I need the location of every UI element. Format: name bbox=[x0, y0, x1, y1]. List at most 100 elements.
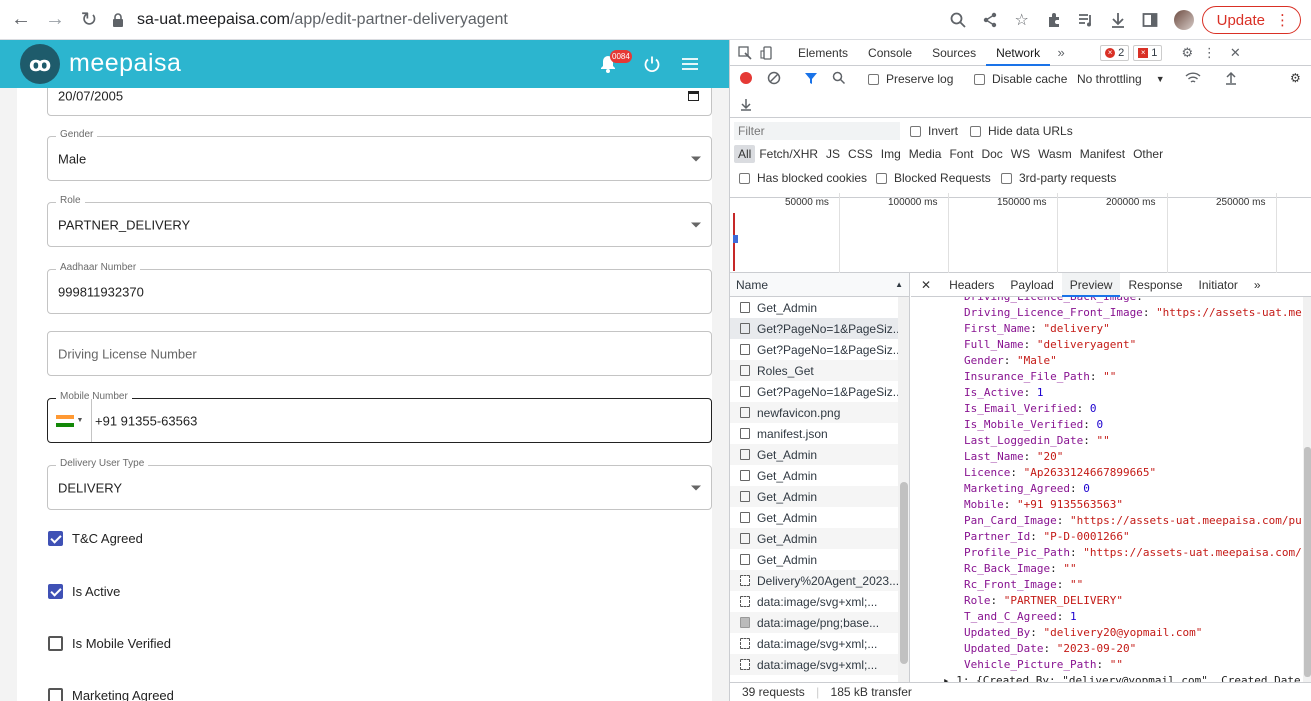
record-icon[interactable] bbox=[740, 72, 752, 84]
tab-response[interactable]: Response bbox=[1120, 273, 1190, 297]
type-filter-media[interactable]: Media bbox=[905, 145, 946, 163]
checkbox-unchecked-icon[interactable] bbox=[48, 688, 63, 701]
type-filter-css[interactable]: CSS bbox=[844, 145, 877, 163]
profile-avatar[interactable] bbox=[1173, 10, 1194, 30]
type-filter-ws[interactable]: WS bbox=[1007, 145, 1034, 163]
network-conditions-icon[interactable] bbox=[1185, 71, 1201, 85]
settings-gear-icon[interactable]: ⚙ bbox=[1176, 42, 1198, 64]
calendar-icon[interactable] bbox=[688, 91, 699, 101]
request-row[interactable]: Delivery%20Agent_2023... bbox=[730, 570, 909, 591]
request-row[interactable]: Get?PageNo=1&PageSiz... bbox=[730, 339, 909, 360]
filter-input[interactable]: Filter bbox=[734, 122, 900, 140]
preserve-log-checkbox[interactable]: Preserve log bbox=[868, 72, 953, 86]
checkbox-unchecked-icon[interactable] bbox=[974, 73, 985, 85]
aadhaar-field[interactable]: Aadhaar Number 999811932370 bbox=[47, 262, 712, 314]
type-filter-font[interactable]: Font bbox=[945, 145, 977, 163]
zoom-icon[interactable] bbox=[942, 6, 974, 34]
blocked-cookies-checkbox[interactable]: Has blocked cookies bbox=[739, 171, 867, 185]
issue-count-badge[interactable]: × 1 bbox=[1133, 44, 1163, 61]
driving-license-field[interactable]: Driving License Number bbox=[47, 331, 712, 376]
address-bar[interactable]: sa-uat.meepaisa.com/app/edit-partner-del… bbox=[112, 11, 508, 29]
gender-select[interactable]: Gender Male bbox=[47, 129, 712, 181]
tab-console[interactable]: Console bbox=[858, 40, 922, 66]
tab-payload[interactable]: Payload bbox=[1002, 273, 1061, 297]
disable-cache-checkbox[interactable]: Disable cache bbox=[974, 72, 1067, 86]
type-filter-js[interactable]: JS bbox=[822, 145, 844, 163]
name-column-header[interactable]: Name ▲ bbox=[730, 273, 910, 297]
more-tabs-chevron-icon[interactable]: » bbox=[1050, 42, 1072, 64]
power-icon[interactable] bbox=[640, 52, 664, 76]
request-row[interactable]: data:image/svg+xml;... bbox=[730, 654, 909, 675]
network-overview-timeline[interactable]: 50000 ms 100000 ms 150000 ms 200000 ms 2… bbox=[730, 193, 1311, 273]
tab-headers[interactable]: Headers bbox=[941, 273, 1002, 297]
marketing-agreed-checkbox[interactable]: Marketing Agreed bbox=[48, 688, 174, 701]
back-arrow-icon[interactable]: ← bbox=[8, 7, 34, 33]
inspect-element-icon[interactable] bbox=[734, 42, 756, 64]
extensions-icon[interactable] bbox=[1038, 6, 1070, 34]
device-toolbar-icon[interactable] bbox=[756, 42, 778, 64]
blocked-requests-checkbox[interactable]: Blocked Requests bbox=[876, 171, 991, 185]
hide-data-urls-checkbox[interactable]: Hide data URLs bbox=[970, 124, 1073, 138]
checkbox-unchecked-icon[interactable] bbox=[1001, 172, 1012, 184]
filter-funnel-icon[interactable] bbox=[804, 71, 818, 85]
tab-network[interactable]: Network bbox=[986, 40, 1051, 66]
tab-initiator[interactable]: Initiator bbox=[1191, 273, 1246, 297]
throttling-select[interactable]: No throttling ▼ bbox=[1077, 72, 1165, 86]
tab-sources[interactable]: Sources bbox=[922, 40, 986, 66]
checkbox-checked-icon[interactable] bbox=[48, 531, 63, 546]
type-filter-fetch-xhr[interactable]: Fetch/XHR bbox=[755, 145, 822, 163]
type-filter-img[interactable]: Img bbox=[877, 145, 905, 163]
network-settings-gear-icon[interactable]: ⚙ bbox=[1290, 71, 1301, 85]
download-icon[interactable] bbox=[1102, 6, 1134, 34]
type-filter-wasm[interactable]: Wasm bbox=[1034, 145, 1076, 163]
type-filter-manifest[interactable]: Manifest bbox=[1076, 145, 1129, 163]
delivery-user-type-select[interactable]: Delivery User Type DELIVERY bbox=[47, 458, 712, 510]
share-icon[interactable] bbox=[974, 6, 1006, 34]
request-row[interactable]: Get_Admin bbox=[730, 444, 909, 465]
checkbox-checked-icon[interactable] bbox=[48, 584, 63, 599]
sidepanel-icon[interactable] bbox=[1134, 6, 1166, 34]
request-row[interactable]: data:image/png;base... bbox=[730, 612, 909, 633]
preview-scroll-thumb[interactable] bbox=[1304, 447, 1311, 677]
checkbox-unchecked-icon[interactable] bbox=[48, 636, 63, 651]
request-row[interactable]: Get_Admin bbox=[730, 465, 909, 486]
tc-agreed-checkbox[interactable]: T&C Agreed bbox=[48, 531, 143, 546]
request-row[interactable]: Roles_Get bbox=[730, 360, 909, 381]
export-har-icon[interactable] bbox=[740, 97, 752, 111]
mobile-number-field[interactable]: Mobile Number ▼ +91 91355-63563 bbox=[47, 391, 712, 443]
request-list-scroll-thumb[interactable] bbox=[900, 482, 908, 664]
type-filter-all[interactable]: All bbox=[734, 145, 756, 163]
request-row[interactable]: newfavicon.png bbox=[730, 402, 909, 423]
bookmark-star-icon[interactable]: ☆ bbox=[1006, 6, 1038, 34]
checkbox-unchecked-icon[interactable] bbox=[876, 172, 887, 184]
request-row[interactable]: Get_Admin bbox=[730, 549, 909, 570]
invert-checkbox[interactable]: Invert bbox=[910, 124, 958, 138]
checkbox-unchecked-icon[interactable] bbox=[910, 125, 921, 137]
json-collapsed-entry[interactable]: ▸ 1: {Created_By: "delivery@yopmail.com"… bbox=[911, 673, 1303, 682]
checkbox-unchecked-icon[interactable] bbox=[970, 125, 981, 137]
devtools-menu-icon[interactable]: ⋮ bbox=[1198, 42, 1220, 64]
error-count-badge[interactable]: × 2 bbox=[1100, 44, 1130, 61]
request-row[interactable]: Get?PageNo=1&PageSiz... bbox=[730, 318, 909, 339]
type-filter-other[interactable]: Other bbox=[1129, 145, 1167, 163]
close-devtools-icon[interactable]: ✕ bbox=[1224, 42, 1246, 64]
is-mobile-verified-checkbox[interactable]: Is Mobile Verified bbox=[48, 636, 171, 651]
more-detail-tabs-chevron-icon[interactable]: » bbox=[1246, 273, 1269, 297]
request-row[interactable]: Get_Admin bbox=[730, 486, 909, 507]
is-active-checkbox[interactable]: Is Active bbox=[48, 584, 120, 599]
request-row[interactable]: data:image/svg+xml;... bbox=[730, 591, 909, 612]
request-row[interactable]: Get_Admin bbox=[730, 507, 909, 528]
forward-arrow-icon[interactable]: → bbox=[42, 7, 68, 33]
media-queue-icon[interactable] bbox=[1070, 6, 1102, 34]
request-row[interactable]: Get?PageNo=1&PageSiz... bbox=[730, 381, 909, 402]
country-code-selector[interactable]: ▼ bbox=[48, 399, 92, 442]
clear-icon[interactable] bbox=[767, 71, 781, 85]
search-icon[interactable] bbox=[832, 71, 846, 85]
preview-scrollbar[interactable] bbox=[1303, 297, 1311, 682]
checkbox-unchecked-icon[interactable] bbox=[868, 73, 879, 85]
request-row[interactable]: manifest.json bbox=[730, 423, 909, 444]
type-filter-doc[interactable]: Doc bbox=[977, 145, 1006, 163]
request-row[interactable]: Get_Admin bbox=[730, 528, 909, 549]
hamburger-menu-icon[interactable] bbox=[678, 52, 702, 76]
tab-preview[interactable]: Preview bbox=[1061, 272, 1121, 297]
